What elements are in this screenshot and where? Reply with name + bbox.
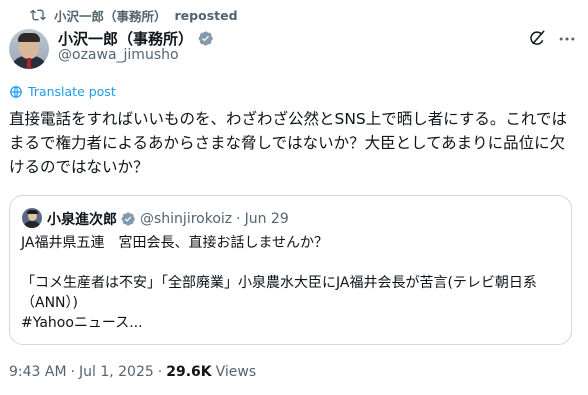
author-display-name[interactable]: 小沢一郎（事務所） <box>58 28 193 49</box>
metadata-separator: · <box>70 364 75 380</box>
views-label: Views <box>215 364 257 380</box>
post-date[interactable]: Jul 1, 2025 <box>79 364 154 380</box>
metadata-separator-2: · <box>157 364 163 380</box>
author-handle[interactable]: @ozawa_jimusho <box>58 47 179 63</box>
post-time[interactable]: 9:43 AM <box>9 364 67 380</box>
quoted-author-name[interactable]: 小泉進次郎 <box>47 209 117 229</box>
quoted-post-header: 小泉進次郎 @shinjirokoiz · Jun 29 <box>47 209 289 229</box>
quoted-author-handle: @shinjirokoiz <box>140 211 233 227</box>
translate-icon <box>10 85 22 98</box>
repost-action-label: reposted <box>174 7 238 23</box>
repost-icon <box>30 9 46 21</box>
quoted-post-date[interactable]: Jun 29 <box>245 211 289 227</box>
post-text: 直接電話をすればいいものを、わざわざ公然とSNS上で晒し者にする。これではまるで… <box>9 110 567 176</box>
author-name-row: 小沢一郎（事務所） <box>58 28 214 49</box>
repost-header: 小沢一郎（事務所） reposted <box>30 6 238 24</box>
grok-icon[interactable] <box>528 29 546 47</box>
quoted-author-avatar[interactable] <box>22 208 42 228</box>
post-metadata: 9:43 AM · Jul 1, 2025 · 29.6K Views <box>9 364 256 380</box>
author-avatar[interactable] <box>9 29 49 69</box>
views-count: 29.6K <box>166 364 212 380</box>
translate-post-link[interactable]: Translate post <box>9 84 116 99</box>
verified-badge-icon[interactable] <box>197 30 214 47</box>
translate-label: Translate post <box>28 84 116 99</box>
more-icon[interactable] <box>557 29 577 49</box>
reposter-name[interactable]: 小沢一郎（事務所） <box>54 6 167 25</box>
quoted-separator: · <box>236 211 241 227</box>
verified-badge-icon[interactable] <box>120 211 136 227</box>
quoted-post-text: JA福井県五連 宮田会長、直接お話しませんか？ 「コメ生産者は不安」「全部廃業」… <box>21 235 537 331</box>
